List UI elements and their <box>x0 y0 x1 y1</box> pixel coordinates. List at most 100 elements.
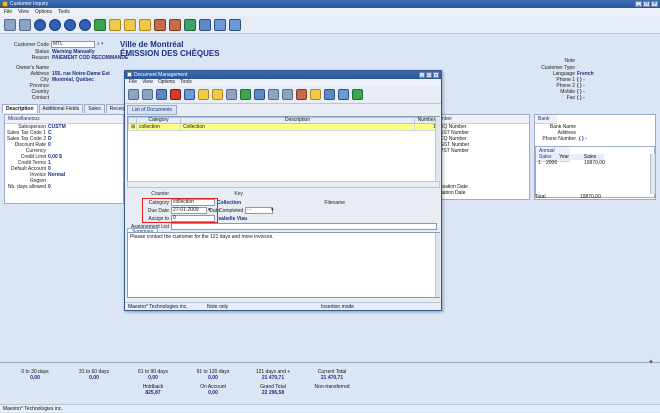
tab-description[interactable]: Description <box>2 104 38 113</box>
grand-total-value: 22 296,58 <box>261 390 285 396</box>
lookup-icon[interactable]: ⌕ ▾ <box>97 41 103 47</box>
dialog-close-button[interactable]: × <box>433 72 439 78</box>
grid-horizontal-scrollbar[interactable] <box>127 181 440 188</box>
evaluation-date-label: uation Date <box>440 190 466 196</box>
dialog-app-icon <box>127 72 132 77</box>
first-record-icon[interactable] <box>34 18 46 31</box>
completed-label: Completed <box>219 208 244 214</box>
summary-textarea[interactable]: Please contact the customer for the 121 … <box>127 232 440 298</box>
fax-label: Fax <box>566 95 575 101</box>
delete-icon[interactable] <box>170 89 181 100</box>
download-icon[interactable] <box>338 89 349 100</box>
annual-total-value: 19870,00 <box>580 194 601 200</box>
next-record-icon[interactable] <box>64 18 76 31</box>
app-icon <box>2 1 8 7</box>
calendar-icon[interactable] <box>310 89 321 100</box>
annual-total-label: Total <box>535 194 546 200</box>
counter-label: Counter <box>151 191 169 197</box>
save-icon[interactable] <box>156 89 167 100</box>
page-icon[interactable] <box>226 89 237 100</box>
scan-icon[interactable] <box>254 89 265 100</box>
tab-additional-fields[interactable]: Additional Fields <box>38 104 84 113</box>
preview-icon[interactable] <box>142 89 153 100</box>
key-label: Key <box>234 191 243 197</box>
dialog-maximize-button[interactable]: □ <box>426 72 432 78</box>
menu-file[interactable]: File <box>4 8 12 16</box>
customer-code-input[interactable]: MTL <box>51 41 95 48</box>
export-icon[interactable] <box>352 89 363 100</box>
menu-bar: File View Options Tools <box>0 8 660 16</box>
contacts-icon[interactable] <box>169 18 181 31</box>
assign-to-name: Isabelle Viau <box>217 216 248 222</box>
network-icon[interactable] <box>324 89 335 100</box>
dialog-menu-file[interactable]: File <box>129 79 137 86</box>
print-icon[interactable] <box>128 89 139 100</box>
completed-dropdown-icon[interactable]: ▾ <box>271 207 274 213</box>
menu-view[interactable]: View <box>18 8 29 16</box>
attach-icon[interactable] <box>268 89 279 100</box>
document-management-dialog: Document Management _ □ × File View Opti… <box>124 70 442 311</box>
aging-0-30: 0 to 30 days 0,00 <box>5 369 65 381</box>
maximize-button[interactable]: □ <box>643 1 650 7</box>
aging-91-120-value: 0,00 <box>208 375 218 381</box>
minimize-button[interactable]: _ <box>635 1 642 7</box>
holdback-value: 825,87 <box>145 390 161 396</box>
numbers-header: nber <box>439 115 529 124</box>
dialog-menu-bar: File View Options Tools <box>125 79 441 86</box>
email-icon[interactable] <box>282 89 293 100</box>
print-icon[interactable] <box>4 18 16 31</box>
dialog-title-bar: Document Management _ □ × <box>125 71 441 79</box>
contact-icon[interactable] <box>296 89 307 100</box>
reason-value: PAIEMENT COD RECOMMANDÉ <box>52 55 129 61</box>
download-icon[interactable] <box>214 18 226 31</box>
cube-icon[interactable] <box>199 18 211 31</box>
row-category[interactable]: collection <box>136 123 181 131</box>
annual-row-year[interactable]: 2006 <box>546 160 557 166</box>
menu-tools[interactable]: Tools <box>58 8 70 16</box>
menu-options[interactable]: Options <box>35 8 52 16</box>
highlight-box <box>142 198 218 223</box>
dialog-menu-tools[interactable]: Tools <box>180 79 192 86</box>
reason-label: Reason <box>31 55 49 61</box>
filename-label: Filename <box>324 200 345 206</box>
dialog-status-mode: Note only <box>207 304 229 310</box>
picture-icon[interactable] <box>94 18 106 31</box>
row-expand-icon[interactable]: ⊞ <box>128 123 137 131</box>
grid-scrollbar[interactable] <box>435 117 440 182</box>
last-record-icon[interactable] <box>79 18 91 31</box>
table-row[interactable]: ⊞ collection Collection 1 <box>128 123 439 131</box>
dialog-minimize-button[interactable]: _ <box>419 72 425 78</box>
dialog-menu-options[interactable]: Options <box>158 79 175 86</box>
cursor-icon: ✦ <box>648 359 654 366</box>
new-document-icon[interactable] <box>240 89 251 100</box>
folder-documents-icon[interactable] <box>139 18 151 31</box>
grand-total: Grand Total 22 296,58 <box>243 384 303 396</box>
dialog-menu-view[interactable]: View <box>142 79 153 86</box>
annual-sales-scrollbar[interactable] <box>650 154 655 194</box>
list-of-documents-tab[interactable]: List of Documents <box>127 105 178 115</box>
assignment-list-input[interactable] <box>171 223 437 230</box>
previous-record-icon[interactable] <box>49 18 61 31</box>
contact-label: Contact <box>31 95 49 101</box>
document-icon[interactable] <box>19 18 31 31</box>
tools-icon[interactable] <box>184 89 195 100</box>
folder-open-icon[interactable] <box>124 18 136 31</box>
customer-name: Ville de Montréal <box>120 40 184 49</box>
edit-icon[interactable] <box>198 89 209 100</box>
summary-text: Please contact the customer for the 121 … <box>130 234 274 240</box>
folder-icon[interactable] <box>109 18 121 31</box>
key-value: Collection <box>217 200 242 206</box>
users-icon[interactable] <box>154 18 166 31</box>
row-description[interactable]: Collection <box>180 123 415 131</box>
tab-sales[interactable]: Sales <box>84 104 105 113</box>
completed-input[interactable]: - - <box>245 207 273 214</box>
shield-icon[interactable] <box>184 18 196 31</box>
network-icon[interactable] <box>229 18 241 31</box>
summary-separator <box>0 362 660 363</box>
summary-scrollbar[interactable] <box>435 233 440 297</box>
close-button[interactable]: × <box>651 1 658 7</box>
days-allowed-label: Nb. days allowed <box>7 184 46 190</box>
note-icon[interactable] <box>212 89 223 100</box>
annual-row-sales[interactable]: 19870,00 <box>584 160 605 166</box>
dialog-status-insert: Insertion mode <box>321 304 355 310</box>
